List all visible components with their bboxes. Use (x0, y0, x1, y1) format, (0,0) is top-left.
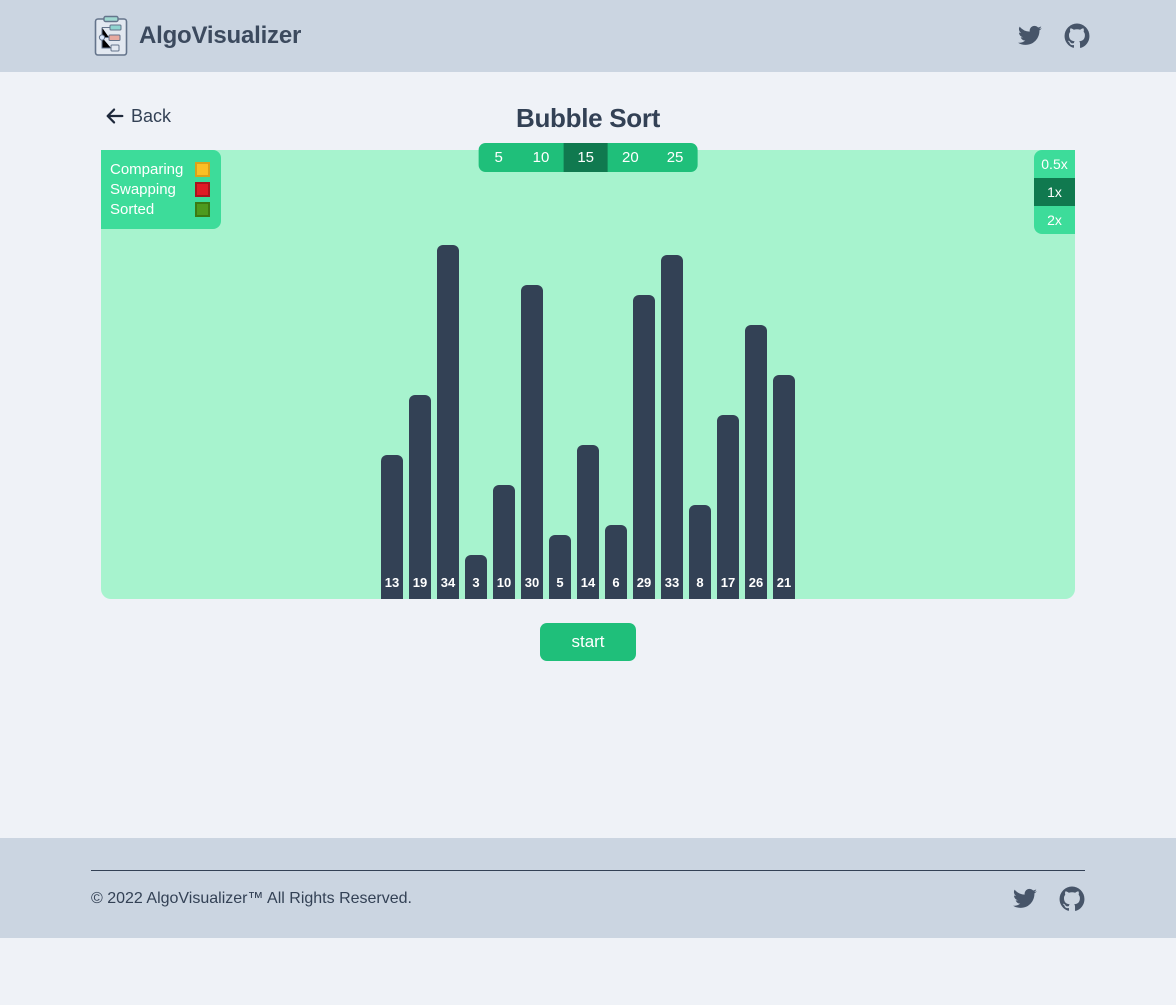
legend-label: Swapping (110, 180, 176, 198)
bar: 6 (605, 525, 627, 599)
speed-option-0-5x[interactable]: 0.5x (1034, 150, 1075, 178)
legend: Comparing Swapping Sorted (101, 150, 222, 229)
bar: 19 (409, 395, 431, 599)
bar-value-label: 10 (496, 575, 512, 590)
header-social-links (1017, 23, 1090, 49)
array-size-selector[interactable]: 5 10 15 20 25 (478, 143, 698, 172)
bar-value-label: 30 (524, 575, 540, 590)
github-icon[interactable] (1059, 886, 1085, 912)
bar-value-label: 33 (664, 575, 680, 590)
page-title: Bubble Sort (515, 103, 661, 133)
speed-option-2x[interactable]: 2x (1034, 206, 1075, 234)
main-content: Back Bubble Sort Comparing Swapping Sort… (0, 103, 1176, 938)
controls-row: start (0, 623, 1176, 661)
bar-value-label: 19 (412, 575, 428, 590)
bar-value-label: 14 (580, 575, 596, 590)
legend-label: Sorted (110, 200, 155, 218)
size-option-25[interactable]: 25 (653, 143, 698, 172)
speed-control[interactable]: 0.5x 1x 2x (1034, 150, 1075, 234)
bar: 3 (465, 555, 487, 599)
legend-item-swapping: Swapping (110, 179, 211, 199)
bar: 21 (773, 375, 795, 599)
bar-value-label: 29 (636, 575, 652, 590)
app-header: AlgoVisualizer (0, 0, 1176, 72)
brand[interactable]: AlgoVisualizer (94, 15, 301, 57)
bar-value-label: 13 (384, 575, 400, 590)
visualization-panel: Comparing Swapping Sorted 5 10 15 20 25 0.5x… (101, 143, 1075, 599)
brand-name: AlgoVisualizer (139, 22, 302, 49)
size-option-15[interactable]: 15 (563, 143, 608, 172)
legend-swatch-sorted (195, 201, 211, 217)
bar-value-label: 5 (556, 575, 564, 590)
footer-inner: © 2022 AlgoVisualizer™ All Rights Reserv… (91, 871, 1085, 927)
bar: 10 (493, 485, 515, 599)
twitter-icon[interactable] (1012, 886, 1038, 912)
bar: 30 (521, 285, 543, 599)
app-footer: © 2022 AlgoVisualizer™ All Rights Reserv… (0, 838, 1176, 938)
clipboard-flowchart-icon (94, 15, 128, 57)
size-option-10[interactable]: 10 (519, 143, 564, 172)
footer-social-links (1012, 886, 1085, 912)
bar: 33 (661, 255, 683, 599)
legend-item-sorted: Sorted (110, 199, 211, 219)
bar: 14 (577, 445, 599, 599)
bar-value-label: 26 (748, 575, 764, 590)
bar-value-label: 3 (472, 575, 480, 590)
speed-option-1x[interactable]: 1x (1034, 178, 1075, 206)
size-option-5[interactable]: 5 (479, 143, 519, 172)
legend-swatch-comparing (195, 161, 211, 177)
size-option-20[interactable]: 20 (608, 143, 653, 172)
start-button[interactable]: start (540, 623, 636, 661)
twitter-icon[interactable] (1017, 23, 1043, 49)
bar-value-label: 21 (776, 575, 792, 590)
bar: 13 (381, 455, 403, 599)
bar-value-label: 17 (720, 575, 736, 590)
bar: 17 (717, 415, 739, 599)
bar: 26 (745, 325, 767, 599)
bar: 5 (549, 535, 571, 599)
footer-copyright: © 2022 AlgoVisualizer™ All Rights Reserv… (91, 890, 412, 907)
bar-value-label: 34 (440, 575, 456, 590)
bar-chart: 13 19 34 3 10 30 5 14 6 29 33 8 17 26 21 (101, 150, 1075, 599)
bar: 34 (437, 245, 459, 599)
bar: 29 (633, 295, 655, 599)
bar: 8 (689, 505, 711, 599)
github-icon[interactable] (1064, 23, 1090, 49)
legend-label: Comparing (110, 160, 184, 178)
legend-swatch-swapping (195, 181, 211, 197)
legend-item-comparing: Comparing (110, 159, 211, 179)
bar-value-label: 6 (612, 575, 620, 590)
bar-value-label: 8 (696, 575, 704, 590)
